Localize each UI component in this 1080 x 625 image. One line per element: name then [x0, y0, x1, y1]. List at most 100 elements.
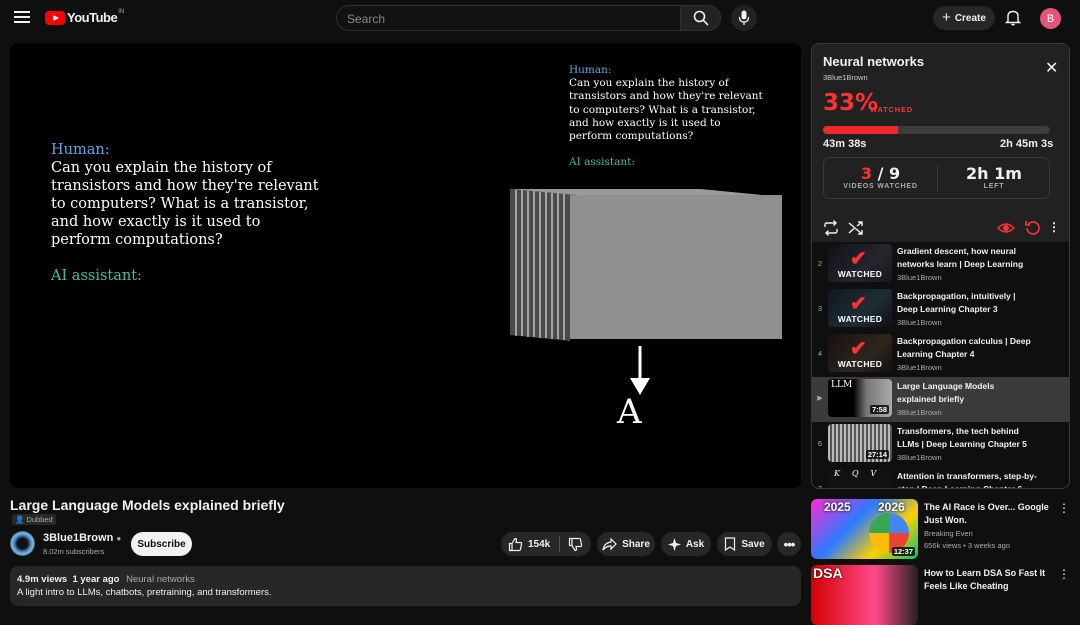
logo-country: IN [118, 8, 125, 15]
item-channel: 3Blue1Brown [897, 363, 942, 372]
create-button[interactable]: + Create [933, 6, 995, 30]
playlist-panel: Neural networks 3Blue1Brown ✕ 33% WATCHE… [811, 43, 1070, 489]
description-meta: 4.9m views 1 year ago Neural networks [17, 574, 195, 585]
playlist-item-current[interactable]: ▶ LLM 7:58 Large Language Models explain… [812, 377, 1069, 422]
playlist-tag[interactable]: Neural networks [126, 574, 195, 585]
search-input[interactable] [337, 6, 680, 32]
bell-icon[interactable] [1004, 8, 1022, 26]
more-vertical-icon[interactable]: ⋮ [1048, 220, 1066, 238]
search-icon [693, 10, 709, 26]
checkmark-icon: ✔ [850, 293, 867, 315]
item-title[interactable]: Gradient descent, how neural networks le… [897, 245, 1037, 271]
more-horizontal-icon: ••• [783, 536, 796, 552]
videos-total: / 9 [877, 164, 901, 183]
recommendation-title[interactable]: The AI Race is Over... Google Just Won. [924, 501, 1049, 527]
top-bar: YouTube IN + Create B [0, 0, 1080, 36]
more-actions-button[interactable]: ••• [777, 532, 801, 556]
playlist-item[interactable]: 4 ✔ WATCHED Backpropagation calculus | D… [812, 332, 1069, 377]
recommendation-title[interactable]: How to Learn DSA So Fast It Feels Like C… [924, 567, 1049, 593]
assistant-label: AI assistant: [51, 268, 142, 284]
item-index: 3 [817, 304, 823, 313]
stats-box: 3 / 9 VIDEOS WATCHED 2h 1m LEFT [823, 157, 1050, 199]
subscriber-count: 8.02m subscribers [43, 547, 105, 556]
playlist-channel[interactable]: 3Blue1Brown [823, 73, 868, 82]
close-icon[interactable]: ✕ [1045, 58, 1058, 78]
eye-icon[interactable] [997, 219, 1015, 237]
more-vertical-icon[interactable]: ⋮ [1058, 567, 1070, 581]
share-icon [602, 537, 617, 550]
video-player[interactable]: Human: Can you explain the history of tr… [10, 43, 801, 488]
playlist-item[interactable]: 7 KQV Attention in transformers, step-by… [812, 467, 1069, 489]
account-avatar[interactable]: B [1040, 8, 1061, 29]
playlist-item[interactable]: 2 ✔ WATCHED Gradient descent, how neural… [812, 242, 1069, 287]
recommendation-item[interactable]: DSA How to Learn DSA So Fast It Feels Li… [811, 565, 1070, 625]
item-channel: 3Blue1Brown [897, 318, 942, 327]
watched-label: WATCHED [837, 269, 883, 279]
item-thumbnail[interactable]: LLM 7:58 [828, 379, 892, 417]
sparkle-icon [667, 537, 681, 551]
thumbnail-year-right: 2026 [878, 500, 905, 514]
recommendation-thumbnail[interactable]: 2025 2026 12:37 [811, 499, 918, 559]
voice-search-button[interactable] [731, 5, 757, 31]
prompt-text-large: Human: Can you explain the history of tr… [51, 141, 319, 285]
channel-name-text: 3Blue1Brown [43, 532, 114, 544]
youtube-logo[interactable]: YouTube IN [45, 8, 125, 25]
logo-text: YouTube [67, 10, 118, 25]
like-count[interactable]: 154k [528, 539, 550, 550]
more-vertical-icon[interactable]: ⋮ [1058, 501, 1070, 515]
item-title[interactable]: Transformers, the tech behind LLMs | Dee… [897, 425, 1037, 451]
thumbnail-text: DSA [813, 565, 843, 581]
item-index: 4 [817, 349, 823, 358]
playlist-item[interactable]: 3 ✔ WATCHED Backpropagation, intuitively… [812, 287, 1069, 332]
progress-bar-fill [823, 126, 898, 134]
item-index: 2 [817, 259, 823, 268]
upload-age: 1 year ago [72, 574, 120, 585]
subscribe-button[interactable]: Subscribe [131, 532, 192, 556]
recommendation-meta: 656k views • 3 weeks ago [924, 541, 1011, 550]
share-button[interactable]: Share [597, 532, 655, 556]
thumbnail-text: KQV [834, 469, 889, 478]
recommendation-item[interactable]: 2025 2026 12:37 The AI Race is Over... G… [811, 499, 1070, 559]
description-box[interactable]: 4.9m views 1 year ago Neural networks A … [10, 566, 801, 606]
ask-label: Ask [685, 538, 705, 550]
playlist-header: Neural networks 3Blue1Brown ✕ 33% WATCHE… [812, 44, 1069, 242]
like-divider [559, 536, 561, 552]
question-line: to computers? What is a transistor, [51, 196, 309, 212]
time-total: 2h 45m 3s [1000, 138, 1054, 150]
search-button[interactable] [680, 5, 721, 31]
dubbed-icon: 👤 [15, 515, 27, 524]
item-thumbnail[interactable]: ✔ WATCHED [828, 334, 892, 372]
menu-icon[interactable] [14, 11, 30, 24]
save-button[interactable]: Save [717, 532, 772, 556]
shuffle-icon[interactable] [847, 219, 865, 237]
item-thumbnail[interactable]: 27:14 [828, 424, 892, 462]
channel-avatar[interactable] [10, 531, 35, 556]
item-title[interactable]: Backpropagation calculus | Deep Learning… [897, 335, 1037, 361]
question-line: perform computations? [51, 232, 223, 248]
item-title[interactable]: Backpropagation, intuitively | Deep Lear… [897, 290, 1037, 316]
recommendation-thumbnail[interactable]: DSA [811, 565, 918, 625]
progress-bar [823, 126, 1050, 134]
playlist-item[interactable]: 6 27:14 Transformers, the tech behind LL… [812, 422, 1069, 467]
item-channel: 3Blue1Brown [897, 453, 942, 462]
item-thumbnail[interactable]: ✔ WATCHED [828, 244, 892, 282]
plus-icon: + [942, 9, 951, 26]
channel-name[interactable]: 3Blue1Brown ● [43, 532, 121, 544]
thumbs-up-icon[interactable] [508, 537, 523, 552]
view-count: 4.9m views [17, 574, 68, 585]
watched-label: WATCHED [837, 359, 883, 369]
loop-icon[interactable] [822, 219, 840, 237]
ask-button[interactable]: Ask [661, 532, 711, 556]
item-title[interactable]: Attention in transformers, step-by-step … [897, 470, 1037, 488]
item-thumbnail[interactable]: ✔ WATCHED [828, 289, 892, 327]
progress-watched-label: WATCHED [870, 105, 913, 114]
item-title[interactable]: Large Language Models explained briefly [897, 380, 1007, 406]
item-thumbnail[interactable]: KQV [828, 469, 892, 488]
search-box [336, 5, 681, 32]
thumbs-down-icon[interactable] [568, 537, 583, 552]
item-index: 7 [817, 484, 823, 489]
recommendation-channel[interactable]: Breaking Even [924, 529, 973, 538]
playlist-title[interactable]: Neural networks [823, 54, 924, 69]
item-duration: 27:14 [865, 450, 889, 459]
reset-icon[interactable] [1024, 219, 1042, 237]
